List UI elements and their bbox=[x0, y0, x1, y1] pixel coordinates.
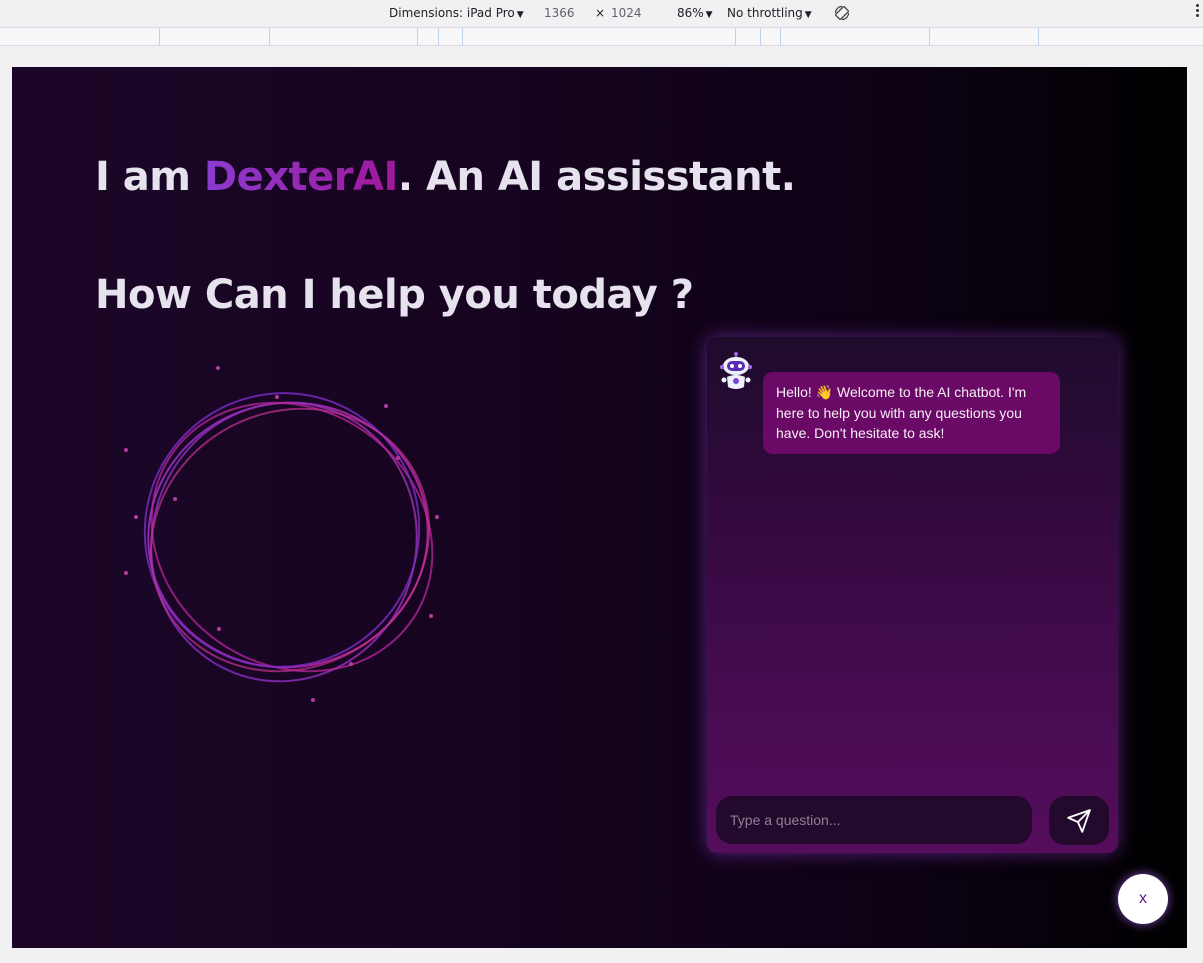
send-button[interactable] bbox=[1049, 796, 1109, 845]
rotate-icon[interactable] bbox=[833, 4, 851, 22]
hero-subtitle: How Can I help you today ? bbox=[95, 272, 694, 318]
chat-panel: Hello! 👋 Welcome to the AI chatbot. I'm … bbox=[707, 337, 1118, 853]
hero-title-suffix: . An AI assisstant. bbox=[397, 154, 796, 200]
zoom-label: 86% bbox=[677, 6, 704, 20]
bot-message-bubble: Hello! 👋 Welcome to the AI chatbot. I'm … bbox=[763, 372, 1060, 454]
devtools-toolbar: Dimensions: iPad Pro ▼ 1366 × 1024 86% ▼ N… bbox=[0, 0, 1203, 28]
zoom-select[interactable]: 86% ▼ bbox=[677, 6, 713, 20]
ai-orb-animation bbox=[124, 366, 439, 702]
close-chat-button[interactable]: x bbox=[1118, 874, 1168, 924]
width-input[interactable]: 1366 bbox=[544, 6, 575, 20]
hero-title: I am DexterAI. An AI assisstant. bbox=[95, 154, 796, 200]
chevron-down-icon: ▼ bbox=[516, 10, 524, 20]
dimensions-select[interactable]: Dimensions: iPad Pro ▼ bbox=[389, 6, 524, 20]
height-input[interactable]: 1024 bbox=[611, 6, 642, 20]
throttling-select[interactable]: No throttling ▼ bbox=[727, 6, 812, 20]
dimension-separator: × bbox=[595, 6, 606, 20]
robot-icon bbox=[719, 352, 753, 389]
more-options-icon[interactable] bbox=[1196, 4, 1200, 19]
question-input[interactable] bbox=[716, 796, 1032, 844]
paper-plane-icon bbox=[1067, 808, 1091, 833]
chevron-down-icon: ▼ bbox=[705, 10, 713, 20]
hero-title-prefix: I am bbox=[95, 154, 204, 200]
close-chat-label: x bbox=[1139, 890, 1147, 907]
page-viewport: I am DexterAI. An AI assisstant. How Can… bbox=[12, 67, 1187, 948]
brand-name: DexterAI bbox=[203, 154, 398, 200]
media-query-ruler bbox=[0, 28, 1203, 46]
throttling-label: No throttling bbox=[727, 6, 803, 20]
dimensions-label: Dimensions: iPad Pro bbox=[389, 6, 515, 20]
chevron-down-icon: ▼ bbox=[804, 10, 812, 20]
